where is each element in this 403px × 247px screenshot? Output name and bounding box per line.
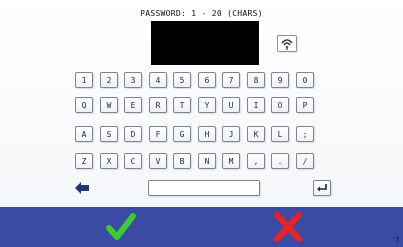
key[interactable]: O	[271, 97, 289, 113]
enter-key[interactable]	[313, 180, 331, 196]
password-title: PASSWORD: 1 - 20 (CHARS)	[140, 9, 263, 18]
bottom-bar	[0, 207, 403, 247]
key[interactable]: 6	[198, 72, 216, 88]
key[interactable]: W	[100, 97, 118, 113]
key[interactable]: X	[100, 153, 118, 169]
corner-number: 7	[395, 236, 400, 244]
key[interactable]: U	[222, 97, 240, 113]
reveal-password-button[interactable]	[277, 35, 297, 52]
backspace-arrow-icon	[75, 182, 89, 194]
space-key[interactable]	[148, 180, 260, 196]
key[interactable]: C	[124, 153, 142, 169]
key[interactable]: 1	[75, 72, 93, 88]
key[interactable]: L	[271, 126, 289, 142]
wifi-signal-icon	[281, 38, 293, 50]
key[interactable]: 8	[247, 72, 265, 88]
key[interactable]: J	[222, 126, 240, 142]
key[interactable]: Y	[198, 97, 216, 113]
key[interactable]: P	[296, 97, 314, 113]
key[interactable]: ;	[296, 126, 314, 142]
key[interactable]: M	[222, 153, 240, 169]
key[interactable]: G	[173, 126, 191, 142]
key[interactable]: .	[271, 153, 289, 169]
password-display[interactable]	[151, 21, 259, 65]
key[interactable]: 7	[222, 72, 240, 88]
key[interactable]: S	[100, 126, 118, 142]
key[interactable]: 4	[149, 72, 167, 88]
key[interactable]: 9	[271, 72, 289, 88]
key[interactable]: Z	[75, 153, 93, 169]
key[interactable]: 2	[100, 72, 118, 88]
check-icon	[106, 213, 136, 240]
key[interactable]: T	[173, 97, 191, 113]
cancel-button[interactable]	[270, 211, 306, 243]
key[interactable]: 5	[173, 72, 191, 88]
enter-return-icon	[317, 184, 327, 192]
key[interactable]: F	[149, 126, 167, 142]
key[interactable]: A	[75, 126, 93, 142]
key[interactable]: K	[247, 126, 265, 142]
key[interactable]: B	[173, 153, 191, 169]
key[interactable]: V	[149, 153, 167, 169]
key[interactable]: /	[296, 153, 314, 169]
key[interactable]: R	[149, 97, 167, 113]
key[interactable]: E	[124, 97, 142, 113]
key[interactable]: D	[124, 126, 142, 142]
key[interactable]: 0	[296, 72, 314, 88]
key[interactable]: 3	[124, 72, 142, 88]
confirm-button[interactable]	[103, 211, 139, 243]
key[interactable]: N	[198, 153, 216, 169]
cross-icon	[274, 212, 302, 242]
backspace-key[interactable]	[73, 180, 91, 196]
key[interactable]: H	[198, 126, 216, 142]
key[interactable]: Q	[75, 97, 93, 113]
key[interactable]: ,	[247, 153, 265, 169]
key[interactable]: I	[247, 97, 265, 113]
